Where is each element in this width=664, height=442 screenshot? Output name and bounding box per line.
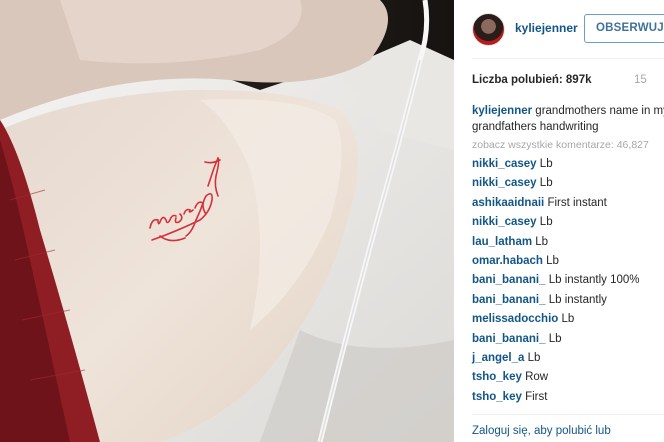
comment-item: tsho_key Row — [472, 368, 664, 387]
comment-item: ashikaaidnaii First instant — [472, 194, 664, 213]
comment-text: Lb — [527, 351, 541, 364]
divider — [472, 58, 664, 59]
login-link[interactable]: Zaloguj się, aby polubić lub — [472, 425, 611, 437]
comment-text: Lb — [535, 235, 549, 248]
comment-text: Lb — [539, 158, 553, 170]
comment-text: Lb instantly — [548, 293, 607, 306]
comment-item: tsho_key First — [472, 388, 664, 407]
comment-username-link[interactable]: bani_banani_ — [472, 294, 546, 306]
comment-item: nikki_casey Lb — [472, 155, 664, 174]
comment-username-link[interactable]: ashikaaidnaii — [472, 197, 544, 209]
comment-text: Row — [525, 371, 549, 384]
comment-text: Lb — [548, 332, 562, 345]
comment-item: omar.habach Lb — [472, 252, 664, 271]
view-all-comments-link[interactable]: zobacz wszystkie komentarze: 46,827 — [472, 139, 649, 151]
comment-username-link[interactable]: j_angel_a — [472, 352, 524, 364]
avatar[interactable] — [472, 13, 505, 46]
post-timestamp[interactable]: 15 — [634, 74, 647, 86]
comment-username-link[interactable]: bani_banani_ — [472, 333, 546, 345]
comment-text: Lb — [539, 216, 553, 229]
comment-item: nikki_casey Lb — [472, 213, 664, 232]
comment-text: Lb — [561, 313, 575, 326]
comment-username-link[interactable]: nikki_casey — [472, 158, 537, 170]
divider — [472, 414, 664, 415]
caption-text-line2: grandfathers handwriting — [472, 121, 599, 133]
comments-panel: kyliejenner OBSERWUJ Liczba polubień: 89… — [454, 0, 664, 442]
comment-username-link[interactable]: tsho_key — [472, 371, 522, 383]
likes-row: Liczba polubień: 897k 15 — [472, 74, 664, 86]
comment-item: lau_latham Lb — [472, 233, 664, 252]
follow-button[interactable]: OBSERWUJ — [584, 14, 664, 43]
post-caption: kyliejenner grandmothers name in my gran… — [472, 103, 664, 135]
comment-item: nikki_casey Lb — [472, 174, 664, 193]
header-username-link[interactable]: kyliejenner — [515, 21, 578, 35]
comment-text: First instant — [547, 196, 607, 209]
comment-text: Lb instantly 100% — [548, 274, 640, 287]
likes-count: Liczba polubień: 897k — [472, 74, 592, 86]
comment-username-link[interactable]: omar.habach — [472, 255, 543, 267]
comment-item: melissadocchio Lb — [472, 310, 664, 329]
caption-username-link[interactable]: kyliejenner — [472, 105, 532, 117]
comment-item: j_angel_a Lb — [472, 349, 664, 368]
comment-text: First — [525, 390, 548, 403]
post-header: kyliejenner OBSERWUJ — [454, 0, 664, 58]
comment-username-link[interactable]: nikki_casey — [472, 177, 537, 189]
comment-username-link[interactable]: melissadocchio — [472, 313, 558, 325]
comment-item: bani_banani_ Lb instantly 100% — [472, 271, 664, 290]
post-photo — [0, 0, 454, 442]
comment-item: bani_banani_ Lb instantly — [472, 291, 664, 310]
tattoo-photo — [0, 0, 454, 442]
comment-username-link[interactable]: bani_banani_ — [472, 274, 546, 286]
login-prompt: Zaloguj się, aby polubić lub — [472, 424, 611, 438]
comment-username-link[interactable]: tsho_key — [472, 391, 522, 403]
comment-text: Lb — [546, 254, 559, 267]
caption-text-line1: grandmothers name in my — [535, 105, 664, 117]
comment-username-link[interactable]: nikki_casey — [472, 216, 537, 228]
instagram-post: kyliejenner OBSERWUJ Liczba polubień: 89… — [0, 0, 664, 442]
comment-list: nikki_casey Lb nikki_casey Lb ashikaaidnai… — [472, 155, 664, 407]
comment-item: bani_banani_ Lb — [472, 330, 664, 349]
comment-text: Lb — [539, 177, 553, 190]
comment-username-link[interactable]: lau_latham — [472, 236, 532, 248]
